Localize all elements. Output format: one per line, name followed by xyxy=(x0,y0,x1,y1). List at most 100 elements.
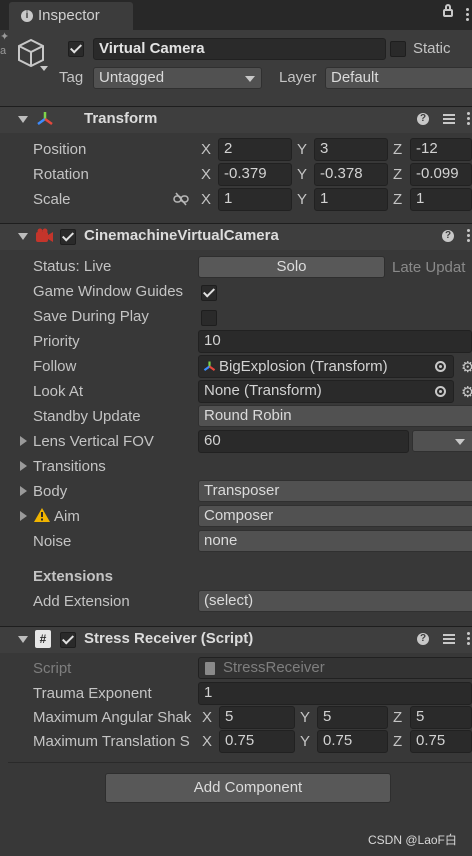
presets-icon[interactable] xyxy=(443,113,455,125)
foldout-open-icon[interactable] xyxy=(18,233,28,240)
add-extension-value: (select) xyxy=(204,592,254,609)
trauma-field[interactable]: 1 xyxy=(198,682,472,705)
gear-icon[interactable]: ⚙ xyxy=(461,360,472,375)
position-z-label[interactable]: Z xyxy=(393,140,402,160)
position-y-label[interactable]: Y xyxy=(297,140,307,160)
object-picker-icon[interactable] xyxy=(435,361,446,372)
max-angular-z-label[interactable]: Z xyxy=(393,708,402,728)
aim-foldout-icon[interactable] xyxy=(20,511,27,521)
position-y-field[interactable]: 3 xyxy=(314,138,388,161)
scale-z-label[interactable]: Z xyxy=(393,190,402,210)
inspector-tab[interactable]: i Inspector xyxy=(9,2,133,30)
body-value: Transposer xyxy=(204,482,280,499)
scale-y-label[interactable]: Y xyxy=(297,190,307,210)
lens-fov-field[interactable]: 60 xyxy=(198,430,409,453)
rotation-x-field[interactable]: -0.379 xyxy=(218,163,292,186)
position-label: Position xyxy=(33,141,87,158)
layer-label: Layer xyxy=(279,69,317,86)
body-dropdown[interactable]: Transposer xyxy=(198,480,472,502)
max-angular-x-label[interactable]: X xyxy=(202,708,212,728)
help-icon[interactable]: ? xyxy=(442,230,454,242)
save-during-play-checkbox[interactable] xyxy=(201,310,217,326)
position-z-field[interactable]: -12 xyxy=(410,138,472,161)
max-translation-z-field[interactable]: 0.75 xyxy=(410,730,472,753)
scale-y-field[interactable]: 1 xyxy=(314,188,388,211)
max-angular-y-label[interactable]: Y xyxy=(300,708,310,728)
transitions-foldout-icon[interactable] xyxy=(20,461,27,471)
rotation-z-field[interactable]: -0.099 xyxy=(410,163,472,186)
follow-value: BigExplosion (Transform) xyxy=(219,358,388,375)
static-checkbox[interactable] xyxy=(390,41,406,57)
presets-icon[interactable] xyxy=(443,633,455,645)
priority-field[interactable]: 10 xyxy=(198,330,472,353)
rotation-x-label[interactable]: X xyxy=(201,165,211,185)
aim-label: Aim xyxy=(54,508,80,525)
standby-update-dropdown[interactable]: Round Robin xyxy=(198,405,472,427)
lock-shackle xyxy=(445,4,451,10)
script-value: StressReceiver xyxy=(223,659,325,676)
help-icon[interactable]: ? xyxy=(417,633,429,645)
lens-presets-dropdown[interactable] xyxy=(412,430,472,452)
script-field: StressReceiver xyxy=(198,657,472,679)
component-menu-icon[interactable] xyxy=(467,229,470,243)
layer-value: Default xyxy=(331,69,379,86)
foldout-open-icon[interactable] xyxy=(18,116,28,123)
camera-icon xyxy=(36,228,53,242)
stress-enabled-checkbox[interactable] xyxy=(60,632,76,648)
rotation-y-label[interactable]: Y xyxy=(297,165,307,185)
vcam-title: CinemachineVirtualCamera xyxy=(84,227,279,244)
foldout-open-icon[interactable] xyxy=(18,636,28,643)
look-at-field[interactable]: None (Transform) xyxy=(198,380,454,403)
tag-dropdown[interactable]: Untagged xyxy=(93,67,262,89)
follow-field[interactable]: BigExplosion (Transform) xyxy=(198,355,454,378)
transform-title: Transform xyxy=(84,110,158,127)
add-extension-label: Add Extension xyxy=(33,593,130,610)
tag-label: Tag xyxy=(59,69,84,86)
component-menu-icon[interactable] xyxy=(467,112,470,126)
trauma-label: Trauma Exponent xyxy=(33,685,152,702)
stress-title: Stress Receiver (Script) xyxy=(84,630,254,647)
scale-z-field[interactable]: 1 xyxy=(410,188,472,211)
rotation-z-label[interactable]: Z xyxy=(393,165,402,185)
max-translation-y-label[interactable]: Y xyxy=(300,732,310,752)
menu-dots-icon[interactable] xyxy=(466,8,469,22)
vcam-enabled-checkbox[interactable] xyxy=(60,229,76,245)
add-extension-dropdown[interactable]: (select) xyxy=(198,590,472,612)
object-name-field[interactable]: Virtual Camera xyxy=(93,38,386,60)
max-translation-x-field[interactable]: 0.75 xyxy=(219,730,295,753)
position-x-label[interactable]: X xyxy=(201,140,211,160)
max-angular-x-field[interactable]: 5 xyxy=(219,706,295,729)
lens-label: Lens Vertical FOV xyxy=(33,433,154,450)
body-foldout-icon[interactable] xyxy=(20,486,27,496)
max-angular-z-field[interactable]: 5 xyxy=(410,706,472,729)
object-picker-icon[interactable] xyxy=(435,386,446,397)
component-menu-icon[interactable] xyxy=(467,632,470,646)
noise-dropdown[interactable]: none xyxy=(198,530,472,552)
icon-dropdown-arrow[interactable] xyxy=(40,66,48,71)
script-file-icon xyxy=(205,662,215,675)
lens-foldout-icon[interactable] xyxy=(20,436,27,446)
standby-update-label: Standby Update xyxy=(33,408,141,425)
solo-button[interactable]: Solo xyxy=(198,256,385,278)
active-checkbox[interactable] xyxy=(68,41,84,57)
scale-x-field[interactable]: 1 xyxy=(218,188,292,211)
link-scale-icon[interactable] xyxy=(173,192,189,206)
max-angular-y-field[interactable]: 5 xyxy=(317,706,388,729)
aim-dropdown[interactable]: Composer xyxy=(198,505,472,527)
rotation-y-field[interactable]: -0.378 xyxy=(314,163,388,186)
transform-header[interactable] xyxy=(0,106,472,133)
body-label: Body xyxy=(33,483,68,500)
lock-icon[interactable] xyxy=(443,9,453,17)
add-component-button[interactable]: Add Component xyxy=(105,773,391,803)
max-translation-z-label[interactable]: Z xyxy=(393,732,402,752)
position-x-field[interactable]: 2 xyxy=(218,138,292,161)
game-window-guides-checkbox[interactable] xyxy=(201,285,217,301)
layer-dropdown[interactable]: Default xyxy=(325,67,472,89)
gameobject-cube-icon[interactable] xyxy=(17,38,45,68)
scale-x-label[interactable]: X xyxy=(201,190,211,210)
tag-value: Untagged xyxy=(99,69,165,86)
max-translation-y-field[interactable]: 0.75 xyxy=(317,730,388,753)
gear-icon[interactable]: ⚙ xyxy=(461,385,472,400)
max-translation-x-label[interactable]: X xyxy=(202,732,212,752)
help-icon[interactable]: ? xyxy=(417,113,429,125)
